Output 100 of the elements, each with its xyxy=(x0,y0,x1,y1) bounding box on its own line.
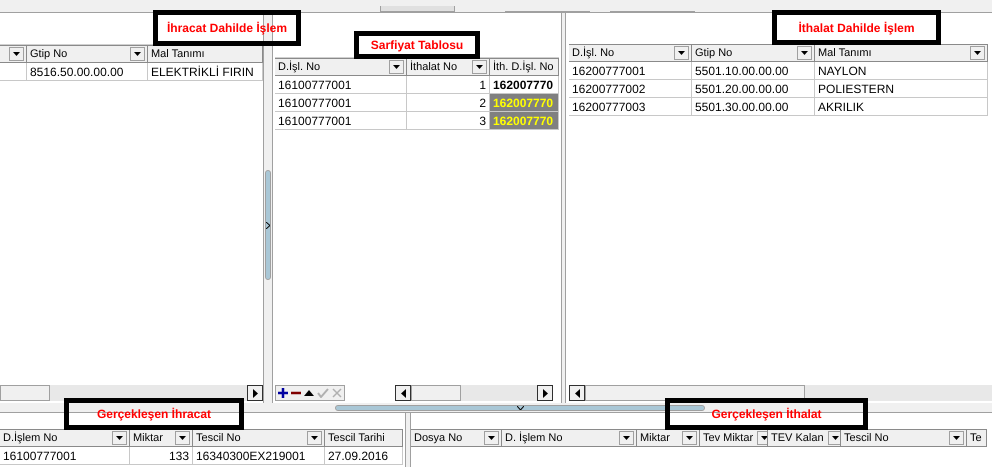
header-label: Miktar xyxy=(640,432,670,444)
column-header[interactable]: Miktar xyxy=(637,429,700,447)
header-label: D.İşl. No xyxy=(572,48,614,58)
table-cell: 5501.20.00.00.00 xyxy=(692,80,815,98)
table-cell: 5501.10.00.00.00 xyxy=(692,62,815,80)
table-cell: 16100777001 xyxy=(275,94,407,112)
filter-dropdown[interactable] xyxy=(828,431,840,445)
column-header[interactable]: Tescil No xyxy=(193,429,325,447)
caret-down-icon xyxy=(134,52,141,56)
up-arrow-icon[interactable] xyxy=(304,388,314,398)
caret-down-icon xyxy=(476,65,483,69)
column-header[interactable]: Gtip No xyxy=(692,44,815,62)
filter-dropdown[interactable] xyxy=(472,60,487,74)
filter-dropdown[interactable] xyxy=(970,46,985,60)
column-header[interactable]: D.İşl. No xyxy=(275,58,407,76)
column-header[interactable]: Te xyxy=(967,429,987,447)
horizontal-scrollbar[interactable] xyxy=(395,385,553,401)
caret-down-icon xyxy=(623,436,630,440)
filter-dropdown[interactable] xyxy=(619,431,634,445)
header-label: Gtip No xyxy=(695,48,732,58)
filter-dropdown[interactable] xyxy=(389,60,404,74)
table-cell: 16100777001 xyxy=(0,447,130,465)
header-label: Miktar xyxy=(133,432,163,444)
caret-down-icon xyxy=(801,51,808,55)
table-cell: 3 xyxy=(407,112,490,130)
column-header[interactable]: İthalat No xyxy=(407,58,490,76)
header-label: TEV Kalan xyxy=(771,432,824,444)
check-icon[interactable] xyxy=(317,388,329,398)
header-label: Te xyxy=(970,432,982,444)
table-cell: 162007770 xyxy=(490,112,559,130)
column-header[interactable]: İth. D.İşl. No xyxy=(490,58,559,76)
filter-dropdown[interactable] xyxy=(682,431,697,445)
column-header[interactable]: Mal Tanımı xyxy=(148,45,263,63)
table-cell: NAYLON xyxy=(815,62,988,80)
table-cell: 8516.50.00.00.00 xyxy=(27,63,148,81)
header-label: İth. D.İşl. No xyxy=(493,62,554,72)
caret-down-icon xyxy=(678,51,685,55)
table-cell: 16200777001 xyxy=(569,62,692,80)
header-label: Tev Miktar xyxy=(703,432,754,444)
column-header[interactable]: Tescil No xyxy=(841,429,967,447)
column-header[interactable]: TEV Kalan xyxy=(768,429,841,447)
header-label: Mal Tanımı xyxy=(151,48,205,60)
header-label: D. İşlem No xyxy=(505,432,562,444)
table-cell: 16100777001 xyxy=(275,112,407,130)
table-cell: 27.09.2016 xyxy=(325,447,403,465)
table-cell: 133 xyxy=(130,447,193,465)
header-label: Mal Tanımı xyxy=(818,48,872,58)
horizontal-scrollbar[interactable] xyxy=(569,385,992,401)
scroll-thumb[interactable] xyxy=(0,385,50,401)
filter-dropdown[interactable] xyxy=(9,47,24,61)
table-cell: 16200777002 xyxy=(569,80,692,98)
caret-down-icon xyxy=(393,65,400,69)
column-header[interactable]: D.İşl. No xyxy=(569,44,692,62)
caret-down-icon xyxy=(953,436,960,440)
column-header[interactable]: D. İşlem No xyxy=(502,429,637,447)
table-cell: ELEKTRİKLİ FIRIN xyxy=(148,63,263,81)
header-label: Tescil No xyxy=(196,432,241,444)
filter-dropdown[interactable] xyxy=(949,431,964,445)
column-header[interactable]: D.İşlem No xyxy=(0,429,130,447)
splitter-handle[interactable] xyxy=(265,170,271,280)
header-label: Gtip No xyxy=(30,48,68,60)
caret-down-icon xyxy=(686,436,693,440)
caret-down-icon xyxy=(832,436,839,440)
caret-down-icon xyxy=(311,436,318,440)
caret-down-icon xyxy=(974,51,981,55)
table-cell: 1 xyxy=(407,76,490,94)
table-cell: AKRILIK xyxy=(815,98,988,116)
filter-dropdown[interactable] xyxy=(674,46,689,60)
column-header[interactable]: Miktar xyxy=(130,429,193,447)
table-cell: 16340300EX219001 xyxy=(193,447,325,465)
filter-dropdown[interactable] xyxy=(797,46,812,60)
header-label: D.İşl. No xyxy=(278,62,320,72)
splitter-handle[interactable] xyxy=(335,404,705,410)
caret-down-icon xyxy=(488,436,495,440)
header-label: Tescil No xyxy=(844,432,889,444)
header-label: İthalat No xyxy=(410,62,458,72)
add-icon[interactable] xyxy=(278,388,288,398)
filter-dropdown[interactable] xyxy=(130,47,145,61)
column-header[interactable]: Dosya No xyxy=(411,429,502,447)
filter-dropdown[interactable] xyxy=(484,431,499,445)
table-cell: 162007770 xyxy=(490,76,559,94)
annotation-label: İhracat Dahilde İşlem xyxy=(166,20,288,37)
chevron-down-icon xyxy=(516,406,524,410)
column-header[interactable]: Tev Miktar xyxy=(700,429,768,447)
table-cell: 16200777003 xyxy=(569,98,692,116)
column-header[interactable]: Gtip No xyxy=(27,45,148,63)
table-cell: 2 xyxy=(407,94,490,112)
filter-dropdown[interactable] xyxy=(307,431,322,445)
caret-down-icon xyxy=(116,436,123,440)
annotation-label: Gerçekleşen İhracat xyxy=(96,406,212,423)
scroll-thumb[interactable] xyxy=(411,385,461,401)
column-header[interactable] xyxy=(0,45,27,63)
column-header[interactable]: Mal Tanımı xyxy=(815,44,988,62)
annotation-label: İthalat Dahilde İşlem xyxy=(798,20,915,36)
filter-dropdown[interactable] xyxy=(112,431,127,445)
column-header[interactable]: Tescil Tarihi xyxy=(325,429,403,447)
annotation-label: Gerçekleşen İthalat xyxy=(711,406,822,423)
caret-down-icon xyxy=(761,436,767,440)
filter-dropdown[interactable] xyxy=(175,431,190,445)
caret-down-icon xyxy=(179,436,186,440)
